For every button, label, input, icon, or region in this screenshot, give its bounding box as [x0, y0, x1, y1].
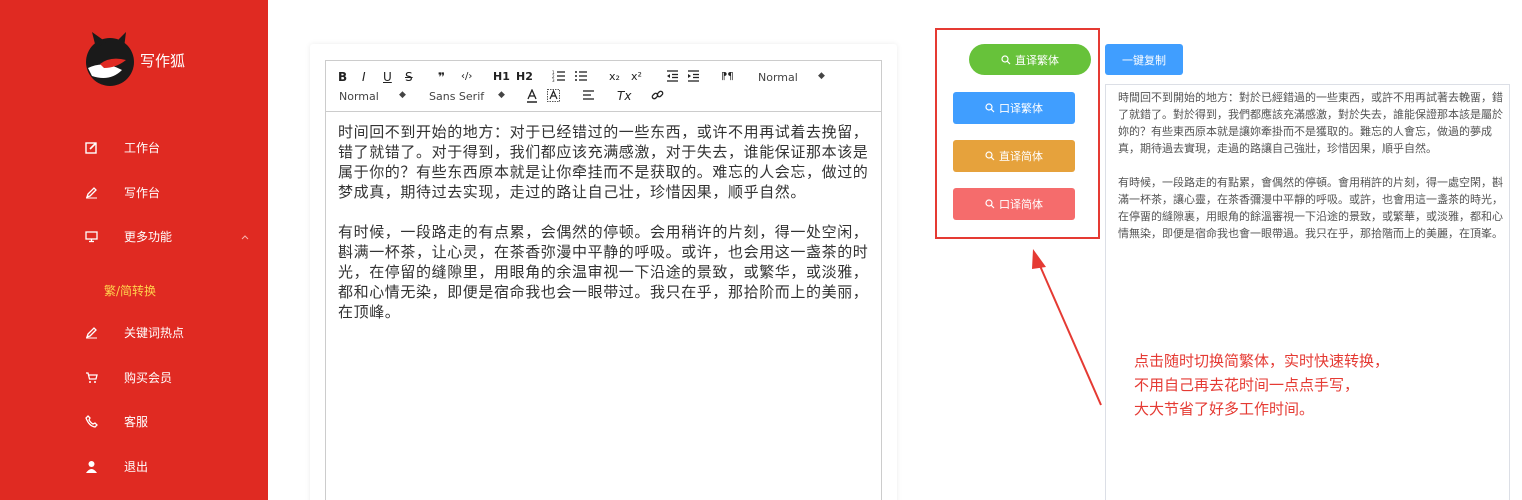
h2-button[interactable]: H2 — [516, 70, 533, 84]
select-arrow-icon: ◆ — [498, 90, 505, 100]
sidebar-item-label: 客服 — [124, 414, 149, 429]
user-icon — [84, 459, 98, 473]
strike-button[interactable]: S — [405, 70, 413, 84]
italic-button[interactable]: I — [362, 70, 366, 84]
sidebar-item-writing[interactable]: 写作台 — [0, 178, 268, 206]
header-select[interactable]: Normal ◆ — [339, 90, 409, 103]
fox-logo-icon — [82, 30, 138, 88]
sidebar: 写作狐 工作台 写作台 更多功能 繁/简转换 关键词热点 购买会员 客服 退出 — [0, 0, 268, 500]
sidebar-item-keyword-hotspot[interactable]: 关键词热点 — [0, 318, 268, 346]
caption-line: 不用自己再去花时间一点点手写， — [1134, 376, 1360, 394]
select-arrow-icon: ◆ — [818, 71, 825, 81]
sidebar-item-more-features[interactable]: 更多功能 — [0, 222, 268, 250]
clean-format-button[interactable]: Tx — [617, 89, 631, 103]
editor-paragraph: 时间回不到开始的地方：对于已经错过的一些东西，或许不用再试着去挽留，错了就错了。… — [338, 123, 869, 201]
editor-toolbar: B I U S ❞ ‹/› H1 H2 123 x₂ x² ⁋¶ Normal … — [326, 61, 881, 112]
font-select-value: Sans Serif — [429, 90, 485, 103]
monitor-icon — [84, 229, 98, 243]
copy-all-button[interactable]: 一键复制 — [1105, 44, 1183, 75]
output-paragraph: 時間回不到開始的地方：對於已經錯過的一些東西，或許不用再試著去輓畱，錯了就錯了。… — [1118, 91, 1503, 155]
output-content: 時間回不到開始的地方：對於已經錯過的一些東西，或許不用再試著去輓畱，錯了就錯了。… — [1118, 89, 1504, 259]
oral-simplified-button[interactable]: 口译简体 — [953, 188, 1075, 220]
phone-icon — [84, 414, 98, 428]
button-label: 口译简体 — [999, 198, 1043, 211]
sidebar-item-logout[interactable]: 退出 — [0, 452, 268, 480]
blockquote-button[interactable]: ❞ — [438, 70, 445, 84]
pen-icon — [84, 185, 98, 199]
code-button[interactable]: ‹/› — [461, 70, 472, 84]
output-paragraph: 有時候，一段路走的有點累，會偶然的停頓。會用稍許的片刻，得一處空閑，斟滿一杯茶，… — [1118, 176, 1503, 240]
button-label: 直译繁体 — [1015, 53, 1059, 67]
link-icon[interactable] — [651, 89, 664, 105]
sidebar-item-label: 工作台 — [124, 140, 161, 155]
size-select-value: Normal — [758, 71, 798, 84]
ordered-list-icon[interactable]: 123 — [552, 70, 566, 85]
direct-traditional-button[interactable]: 直译繁体 — [969, 44, 1091, 75]
indent-icon[interactable] — [687, 70, 700, 85]
subscript-button[interactable]: x₂ — [609, 70, 620, 84]
pen-icon — [84, 325, 98, 339]
select-arrow-icon: ◆ — [399, 90, 406, 100]
outdent-icon[interactable] — [666, 70, 679, 85]
svg-text:3: 3 — [552, 78, 555, 82]
superscript-button[interactable]: x² — [631, 70, 642, 84]
button-label: 直译简体 — [999, 150, 1043, 163]
rich-text-editor[interactable]: B I U S ❞ ‹/› H1 H2 123 x₂ x² ⁋¶ Normal … — [325, 60, 882, 500]
sidebar-item-label: 写作台 — [124, 185, 161, 200]
sidebar-item-label: 关键词热点 — [124, 325, 185, 340]
edit-icon — [84, 140, 98, 154]
cart-icon — [84, 370, 98, 384]
sidebar-item-label: 购买会员 — [124, 370, 173, 385]
editor-content[interactable]: 时间回不到开始的地方：对于已经错过的一些东西，或许不用再试着去挽留，错了就错了。… — [338, 122, 873, 342]
sidebar-item-workbench[interactable]: 工作台 — [0, 133, 268, 161]
bold-button[interactable]: B — [338, 70, 347, 84]
sidebar-item-customer-service[interactable]: 客服 — [0, 407, 268, 435]
header-select-value: Normal — [339, 90, 379, 103]
editor-paragraph: 有时候，一段路走的有点累，会偶然的停顿。会用稍许的片刻，得一处空闲，斟满一杯茶，… — [338, 223, 869, 321]
underline-button[interactable]: U — [383, 70, 392, 84]
sidebar-item-buy-membership[interactable]: 购买会员 — [0, 363, 268, 391]
caption-line: 点击随时切换简繁体，实时快速转换， — [1134, 352, 1390, 370]
caption-line: 大大节省了好多工作时间。 — [1134, 400, 1315, 418]
search-icon — [985, 103, 995, 113]
bullet-list-icon[interactable] — [574, 70, 588, 85]
oral-traditional-button[interactable]: 口译繁体 — [953, 92, 1075, 124]
search-icon — [985, 151, 995, 161]
brand-name: 写作狐 — [140, 52, 186, 70]
sidebar-subitem-conversion[interactable]: 繁/简转换 — [104, 282, 156, 299]
align-icon[interactable] — [582, 90, 595, 105]
chevron-up-icon — [240, 231, 250, 241]
button-label: 口译繁体 — [999, 102, 1043, 115]
direct-simplified-button[interactable]: 直译简体 — [953, 140, 1075, 172]
font-select[interactable]: Sans Serif ◆ — [429, 90, 509, 103]
search-icon — [985, 199, 995, 209]
sidebar-item-label: 退出 — [124, 459, 149, 474]
size-select[interactable]: Normal ◆ — [758, 71, 828, 84]
annotation-caption: 点击随时切换简繁体，实时快速转换， 不用自己再去花时间一点点手写， 大大节省了好… — [1134, 349, 1389, 421]
h1-button[interactable]: H1 — [493, 70, 510, 84]
font-color-icon[interactable] — [526, 88, 538, 106]
output-textarea[interactable]: 時間回不到開始的地方：對於已經錯過的一些東西，或許不用再試著去輓畱，錯了就錯了。… — [1105, 84, 1510, 500]
sidebar-item-label: 更多功能 — [124, 229, 173, 244]
text-direction-button[interactable]: ⁋¶ — [721, 70, 734, 84]
annotation-arrow-icon — [1032, 249, 1102, 406]
background-color-icon[interactable] — [547, 89, 560, 105]
search-icon — [1001, 54, 1011, 64]
